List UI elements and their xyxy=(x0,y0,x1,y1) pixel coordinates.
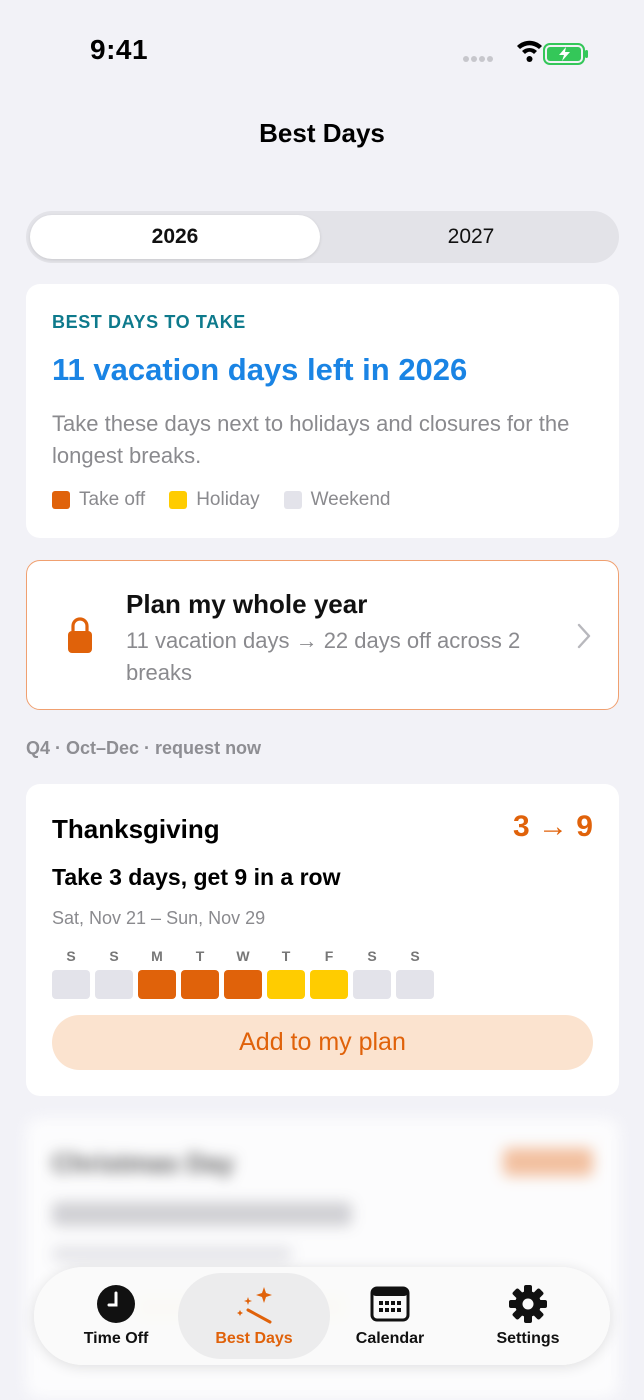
day-takeoff-box xyxy=(138,970,176,999)
day-weekend-box xyxy=(396,970,434,999)
day-letter: W xyxy=(236,948,250,964)
clock-icon xyxy=(97,1285,135,1323)
day-column: S xyxy=(396,948,434,999)
day-column: W xyxy=(224,948,262,999)
day-column: F xyxy=(310,948,348,999)
day-letter: S xyxy=(66,948,76,964)
weekend-swatch xyxy=(283,491,302,509)
tab-bar: Time Off Best Days Calendar Settings xyxy=(34,1267,610,1365)
holiday-swatch xyxy=(169,491,188,509)
intro-eyebrow: BEST DAYS TO TAKE xyxy=(52,312,246,332)
signal-icon xyxy=(463,56,493,62)
best-days-intro-card: BEST DAYS TO TAKE 11 vacation days left … xyxy=(26,284,619,538)
day-letter: S xyxy=(109,948,119,964)
magic-wand-icon xyxy=(237,1287,272,1324)
status-time: 9:41 xyxy=(90,34,149,65)
day-letter: T xyxy=(195,948,205,964)
legend-label: Take off xyxy=(79,489,146,510)
segment-2026[interactable]: 2026 xyxy=(30,215,320,259)
tab-calendar[interactable]: Calendar xyxy=(320,1267,460,1365)
page-title: Best Days xyxy=(259,118,385,148)
day-column: T xyxy=(267,948,305,999)
add-to-plan-button[interactable]: Add to my plan xyxy=(52,1015,593,1070)
day-weekend-box xyxy=(353,970,391,999)
day-column: S xyxy=(52,948,90,999)
ratio-placeholder xyxy=(503,1148,593,1176)
legend-label: Holiday xyxy=(196,489,260,510)
tab-label: Calendar xyxy=(355,1330,425,1347)
vacation-days-headline: 11 vacation days left in 2026 xyxy=(52,352,468,387)
plan-subtitle: 11 vacation days → 22 days off across 2 … xyxy=(126,628,521,685)
chevron-right-icon xyxy=(577,623,591,649)
legend-holiday: Holiday xyxy=(169,489,260,511)
plan-title: Plan my whole year xyxy=(126,589,368,619)
take-off-swatch xyxy=(52,491,70,509)
subtitle-placeholder xyxy=(52,1202,352,1226)
plan-whole-year-card[interactable]: Plan my whole year 11 vacation days → 22… xyxy=(26,560,619,710)
section-label: Q4 · Oct–Dec · request now xyxy=(26,738,262,758)
day-takeoff-box xyxy=(181,970,219,999)
day-holiday-box xyxy=(267,970,305,999)
day-column: T xyxy=(181,948,219,999)
dates-placeholder xyxy=(52,1246,292,1262)
tab-label: Time Off xyxy=(83,1330,149,1347)
day-weekend-box xyxy=(52,970,90,999)
day-letter: T xyxy=(281,948,291,964)
tab-best-days[interactable]: Best Days xyxy=(178,1267,330,1365)
day-letter: S xyxy=(367,948,377,964)
best-day-card: Thanksgiving 3 → 9 Take 3 days, get 9 in… xyxy=(26,784,619,1096)
tab-time-off[interactable]: Time Off xyxy=(46,1267,186,1365)
day-column: S xyxy=(353,948,391,999)
battery-icon xyxy=(543,43,588,65)
segment-2027[interactable]: 2027 xyxy=(326,215,616,259)
calendar-icon xyxy=(370,1286,410,1322)
legend-take-off: Take off xyxy=(52,489,145,511)
status-icons xyxy=(463,40,588,65)
tab-label: Settings xyxy=(496,1330,560,1347)
legend-weekend: Weekend xyxy=(283,489,391,511)
tab-label: Best Days xyxy=(215,1330,293,1347)
wifi-icon xyxy=(517,40,542,62)
day-column: M xyxy=(138,948,176,999)
break-dates: Sat, Nov 21 – Sun, Nov 29 xyxy=(52,908,266,928)
day-weekend-box xyxy=(95,970,133,999)
break-title: Thanksgiving xyxy=(52,814,220,844)
gear-icon xyxy=(509,1285,547,1323)
days-ratio: 3 → 9 xyxy=(512,810,593,843)
day-holiday-box xyxy=(310,970,348,999)
intro-description: Take these days next to holidays and clo… xyxy=(52,411,570,468)
day-letter: S xyxy=(410,948,420,964)
day-letter: F xyxy=(324,948,334,964)
lock-icon xyxy=(68,617,92,653)
tab-settings[interactable]: Settings xyxy=(458,1267,598,1365)
day-strip: SSMTWTFSS xyxy=(52,948,439,999)
day-column: S xyxy=(95,948,133,999)
legend: Take off Holiday Weekend xyxy=(52,489,415,511)
break-title: Christmas Day xyxy=(52,1148,235,1178)
year-segmented-control: 2026 2027 xyxy=(26,211,619,263)
break-subtitle: Take 3 days, get 9 in a row xyxy=(52,864,341,890)
legend-label: Weekend xyxy=(310,489,391,510)
day-takeoff-box xyxy=(224,970,262,999)
day-letter: M xyxy=(151,948,163,964)
